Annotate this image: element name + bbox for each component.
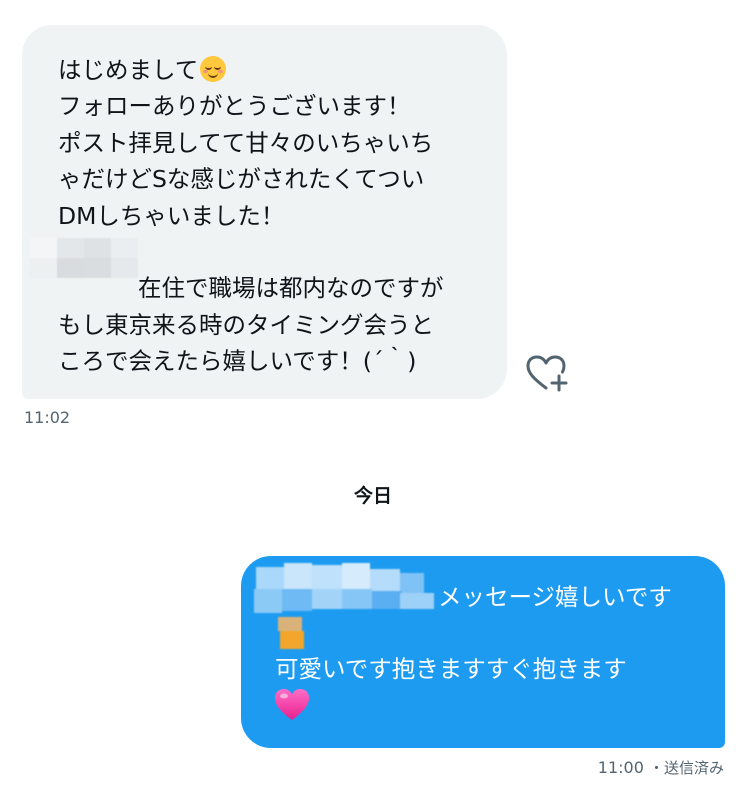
pixelated-redaction <box>254 563 440 651</box>
incoming-line-7: 在住で職場は都内なのですが <box>138 274 444 303</box>
incoming-line-1: はじめまして <box>58 56 199 84</box>
incoming-line-2: フォローありがとうございます！ <box>58 92 411 121</box>
outgoing-timestamp: 11:00 <box>597 758 644 777</box>
date-separator: 今日 <box>353 485 392 507</box>
relieved-face-emoji-icon <box>200 56 227 82</box>
pixelated-redaction <box>30 238 138 278</box>
incoming-timestamp: 11:02 <box>24 408 71 427</box>
pink-heart-emoji-icon <box>275 689 309 720</box>
incoming-line-4: ゃだけどSな感じがされたくてつい <box>58 165 425 194</box>
sent-status: ・送信済み <box>648 759 724 777</box>
incoming-message-text: はじめまして フォローありがとうございます！ ポスト拝見してて甘々のいちゃいち … <box>58 52 498 380</box>
incoming-line-3: ポスト拝見してて甘々のいちゃいち <box>58 128 434 157</box>
outgoing-line-3: 可愛いです抱きますすぐ抱きます <box>275 655 627 683</box>
incoming-line-8: もし東京来る時のタイミング会うと <box>58 310 434 339</box>
outgoing-timestamp-row: 11:00 ・送信済み <box>598 757 724 778</box>
incoming-line-9: ころで会えたら嬉しいです！(´｀) <box>58 347 417 376</box>
heart-plus-icon[interactable] <box>526 355 570 393</box>
outgoing-line-1: メッセージ嬉しいです <box>438 583 672 611</box>
incoming-line-5: DMしちゃいました！ <box>58 201 285 230</box>
